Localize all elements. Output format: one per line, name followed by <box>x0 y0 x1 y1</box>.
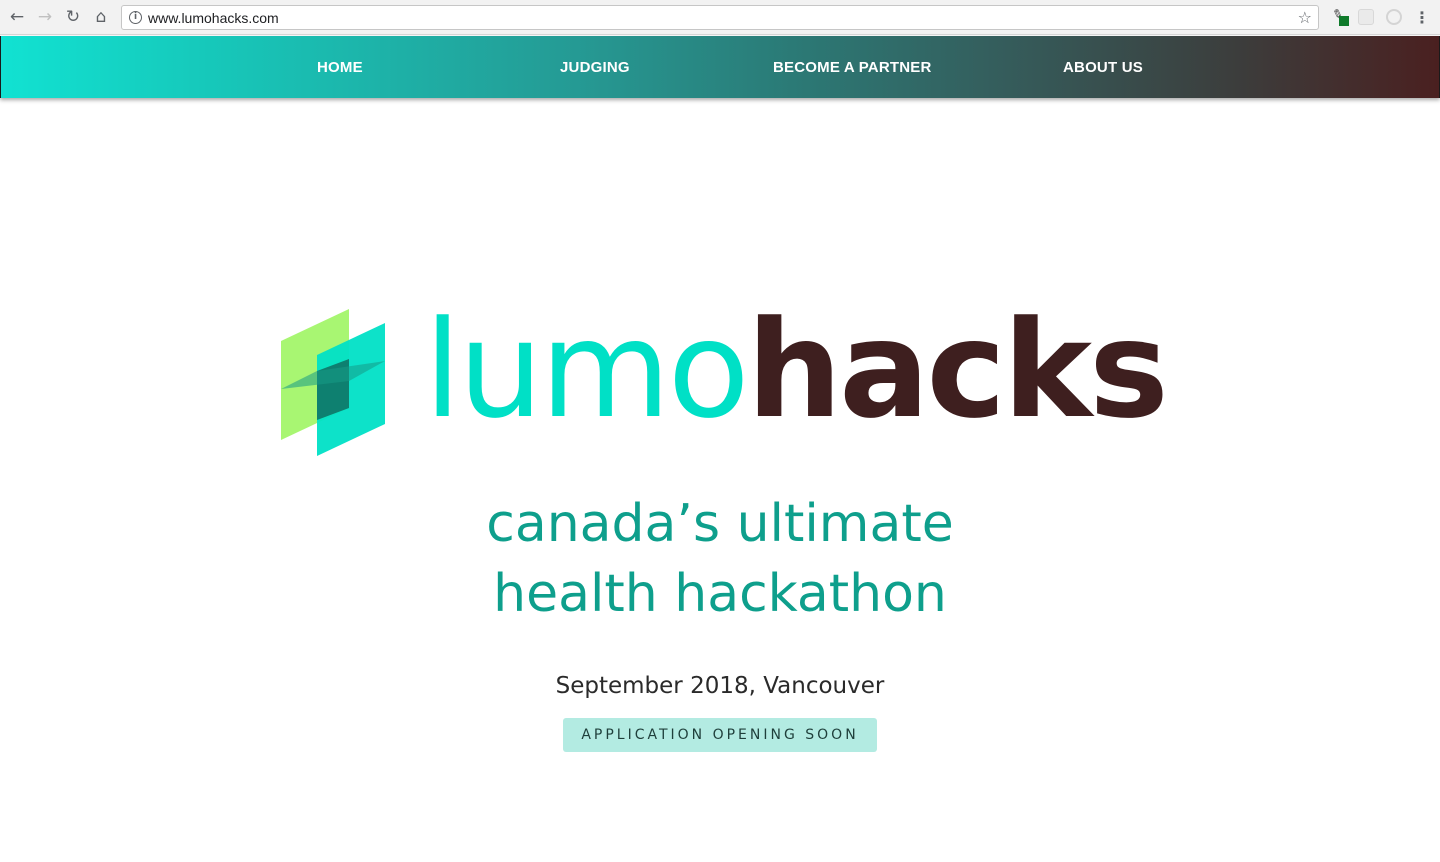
event-date-location: September 2018, Vancouver <box>555 673 885 699</box>
application-opening-soon-button[interactable]: APPLICATION OPENING SOON <box>563 718 877 752</box>
nav-become-partner-link[interactable]: BECOME A PARTNER <box>773 59 931 76</box>
bookmark-star-icon[interactable]: ☆ <box>1298 8 1312 27</box>
tagline-line-2: health hackathon <box>493 564 947 624</box>
extension-pen-icon[interactable]: ✎ <box>1330 7 1349 26</box>
tagline-line-1: canada’s ultimate <box>486 494 954 554</box>
lumohacks-wordmark: lumohacks <box>424 300 1169 440</box>
lumohacks-logo-mark <box>281 309 385 456</box>
forward-arrow-icon[interactable]: → <box>33 6 57 28</box>
reload-icon[interactable]: ↻ <box>61 6 85 28</box>
browser-menu-icon[interactable]: ⋮ <box>1413 8 1431 27</box>
circle-icon <box>1386 9 1402 25</box>
browser-toolbar: ← → ↻ ⌂ i www.lumohacks.com ☆ ✎ ⋮ <box>0 0 1440 35</box>
nav-judging-link[interactable]: JUDGING <box>560 59 630 76</box>
url-text[interactable]: www.lumohacks.com <box>148 10 279 26</box>
back-arrow-icon[interactable]: ← <box>5 6 29 28</box>
info-icon[interactable]: i <box>129 11 142 24</box>
site-navbar: HOME JUDGING BECOME A PARTNER ABOUT US <box>0 36 1440 98</box>
home-icon[interactable]: ⌂ <box>89 6 113 28</box>
nav-home-link[interactable]: HOME <box>317 59 363 76</box>
extension-circle-icon[interactable] <box>1385 8 1403 26</box>
address-bar[interactable]: i www.lumohacks.com ☆ <box>121 5 1319 30</box>
box-icon <box>1358 9 1374 25</box>
extension-badge-icon <box>1339 16 1349 26</box>
wordmark-hacks: hacks <box>746 292 1169 448</box>
wordmark-lumo: lumo <box>424 292 750 448</box>
extension-box-icon[interactable] <box>1357 8 1375 26</box>
nav-about-us-link[interactable]: ABOUT US <box>1063 59 1143 76</box>
